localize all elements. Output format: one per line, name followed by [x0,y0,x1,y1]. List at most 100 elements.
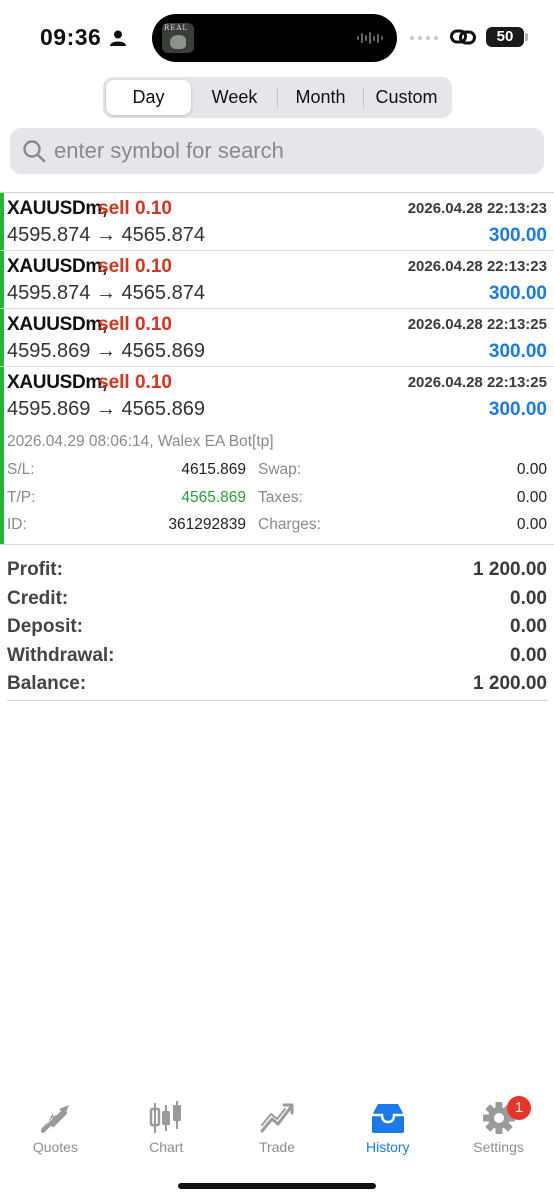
tab-settings[interactable]: Settings [443,1093,554,1163]
profit-indicator-bar [0,367,4,544]
tab-chart[interactable]: Chart [111,1093,222,1163]
artwork-text: REAL [164,24,189,32]
period-month[interactable]: Month [278,80,363,115]
search-input[interactable] [54,138,524,164]
open-price: 4595.874 [7,224,91,246]
summary-divider [7,700,547,701]
swap-value: 0.00 [516,461,547,478]
trade-datetime: 2026.04.28 22:13:23 [407,200,547,217]
trade-side: sell 0.10 [98,314,172,335]
tab-quotes[interactable]: Quotes [0,1093,111,1163]
tab-label: Trade [258,1139,296,1155]
profit-indicator-bar [0,193,4,250]
trade-symbol: XAUUSDm, [7,372,108,393]
sl-label: S/L: [7,461,35,478]
trade-side: sell 0.10 [98,198,172,219]
trade-datetime: 2026.04.28 22:13:25 [407,316,547,333]
charges-value: 0.00 [516,516,547,533]
period-week[interactable]: Week [192,80,277,115]
tp-value: 4565.869 [181,489,246,506]
summary-value: 0.00 [510,587,547,609]
open-price: 4595.874 [7,282,91,304]
trade-prices: 4595.869 → 4565.869 [7,398,205,421]
arrow-icon: → [95,340,116,362]
summary-value: 0.00 [510,644,547,666]
battery-cap [525,33,528,41]
trade-symbol: XAUUSDm, [7,256,108,277]
profit-indicator-bar [0,309,4,366]
trade-datetime: 2026.04.28 22:13:25 [407,374,547,391]
profit-indicator-bar [0,251,4,308]
link-icon [450,29,476,45]
settings-notification-badge: 1 [507,1096,531,1120]
summary-row-balance: Balance: 1 200.00 [7,670,547,699]
summary-label: Deposit: [7,616,83,638]
close-price: 4565.869 [121,340,205,362]
status-time: 09:36 [40,24,102,50]
tab-label: Quotes [32,1139,78,1155]
tab-bar: Quotes Chart Trade History Settings [0,1093,554,1163]
arrow-icon: → [95,224,116,246]
summary-label: Balance: [7,673,87,695]
id-value: 361292839 [168,516,246,533]
period-custom[interactable]: Custom [364,80,449,115]
id-label: ID: [7,516,27,533]
open-price: 4595.869 [7,340,91,362]
home-indicator[interactable] [178,1183,376,1189]
summary-row-withdrawal: Withdrawal: 0.00 [7,642,547,671]
trade-history-list: XAUUSDm, sell 0.10 2026.04.28 22:13:23 4… [0,193,554,545]
battery-icon: 50 [486,27,524,47]
trade-profit: 300.00 [488,341,547,362]
summary-label: Credit: [7,587,69,609]
trade-row[interactable]: XAUUSDm, sell 0.10 2026.04.28 22:13:23 4… [0,193,554,251]
summary-label: Withdrawal: [7,644,115,666]
tab-trade[interactable]: Trade [222,1093,333,1163]
account-summary: Profit: 1 200.00 Credit: 0.00 Deposit: 0… [7,556,547,699]
trade-row-expanded[interactable]: XAUUSDm, sell 0.10 2026.04.28 22:13:25 4… [0,367,554,545]
trade-side: sell 0.10 [98,256,172,277]
summary-row-profit: Profit: 1 200.00 [7,556,547,585]
charges-label: Charges: [258,516,321,533]
tab-history[interactable]: History [332,1093,443,1163]
close-price: 4565.869 [121,398,205,420]
taxes-value: 0.00 [516,489,547,506]
open-price: 4595.869 [7,398,91,420]
trade-profit: 300.00 [488,399,547,420]
trade-row[interactable]: XAUUSDm, sell 0.10 2026.04.28 22:13:23 4… [0,251,554,309]
trade-prices: 4595.869 → 4565.869 [7,340,205,363]
search-bar [10,128,544,174]
summary-label: Profit: [7,559,63,581]
trade-datetime: 2026.04.28 22:13:23 [407,258,547,275]
trade-row[interactable]: XAUUSDm, sell 0.10 2026.04.28 22:13:25 4… [0,309,554,367]
summary-value: 1 200.00 [473,673,547,695]
status-bar: 09:36 REAL 50 [0,0,554,70]
search-icon [23,140,46,163]
quotes-icon [41,1105,70,1133]
dynamic-island[interactable]: REAL [152,14,397,62]
taxes-label: Taxes: [258,489,303,506]
arrow-icon: → [95,398,116,420]
trade-profit: 300.00 [488,225,547,246]
trade-symbol: XAUUSDm, [7,198,108,219]
tab-label: History [366,1139,410,1155]
history-icon [371,1104,404,1133]
cellular-signal-icon [410,36,438,40]
trade-symbol: XAUUSDm, [7,314,108,335]
summary-value: 0.00 [510,616,547,638]
chart-icon [149,1101,182,1133]
summary-value: 1 200.00 [473,559,547,581]
period-day[interactable]: Day [106,80,191,115]
close-price: 4565.874 [121,224,205,246]
arrow-icon: → [95,282,116,304]
sl-value: 4615.869 [181,461,246,478]
trade-icon [260,1103,294,1133]
trade-profit: 300.00 [488,283,547,304]
tab-label: Chart [149,1139,184,1155]
tp-label: T/P: [7,489,36,506]
trade-close-info: 2026.04.29 08:06:14, Walex EA Bot[tp] [7,433,274,450]
summary-row-credit: Credit: 0.00 [7,585,547,614]
trade-side: sell 0.10 [98,372,172,393]
trade-prices: 4595.874 → 4565.874 [7,224,205,247]
period-segmented-control: Day Week Month Custom [103,77,452,118]
now-playing-artwork: REAL [162,23,194,53]
